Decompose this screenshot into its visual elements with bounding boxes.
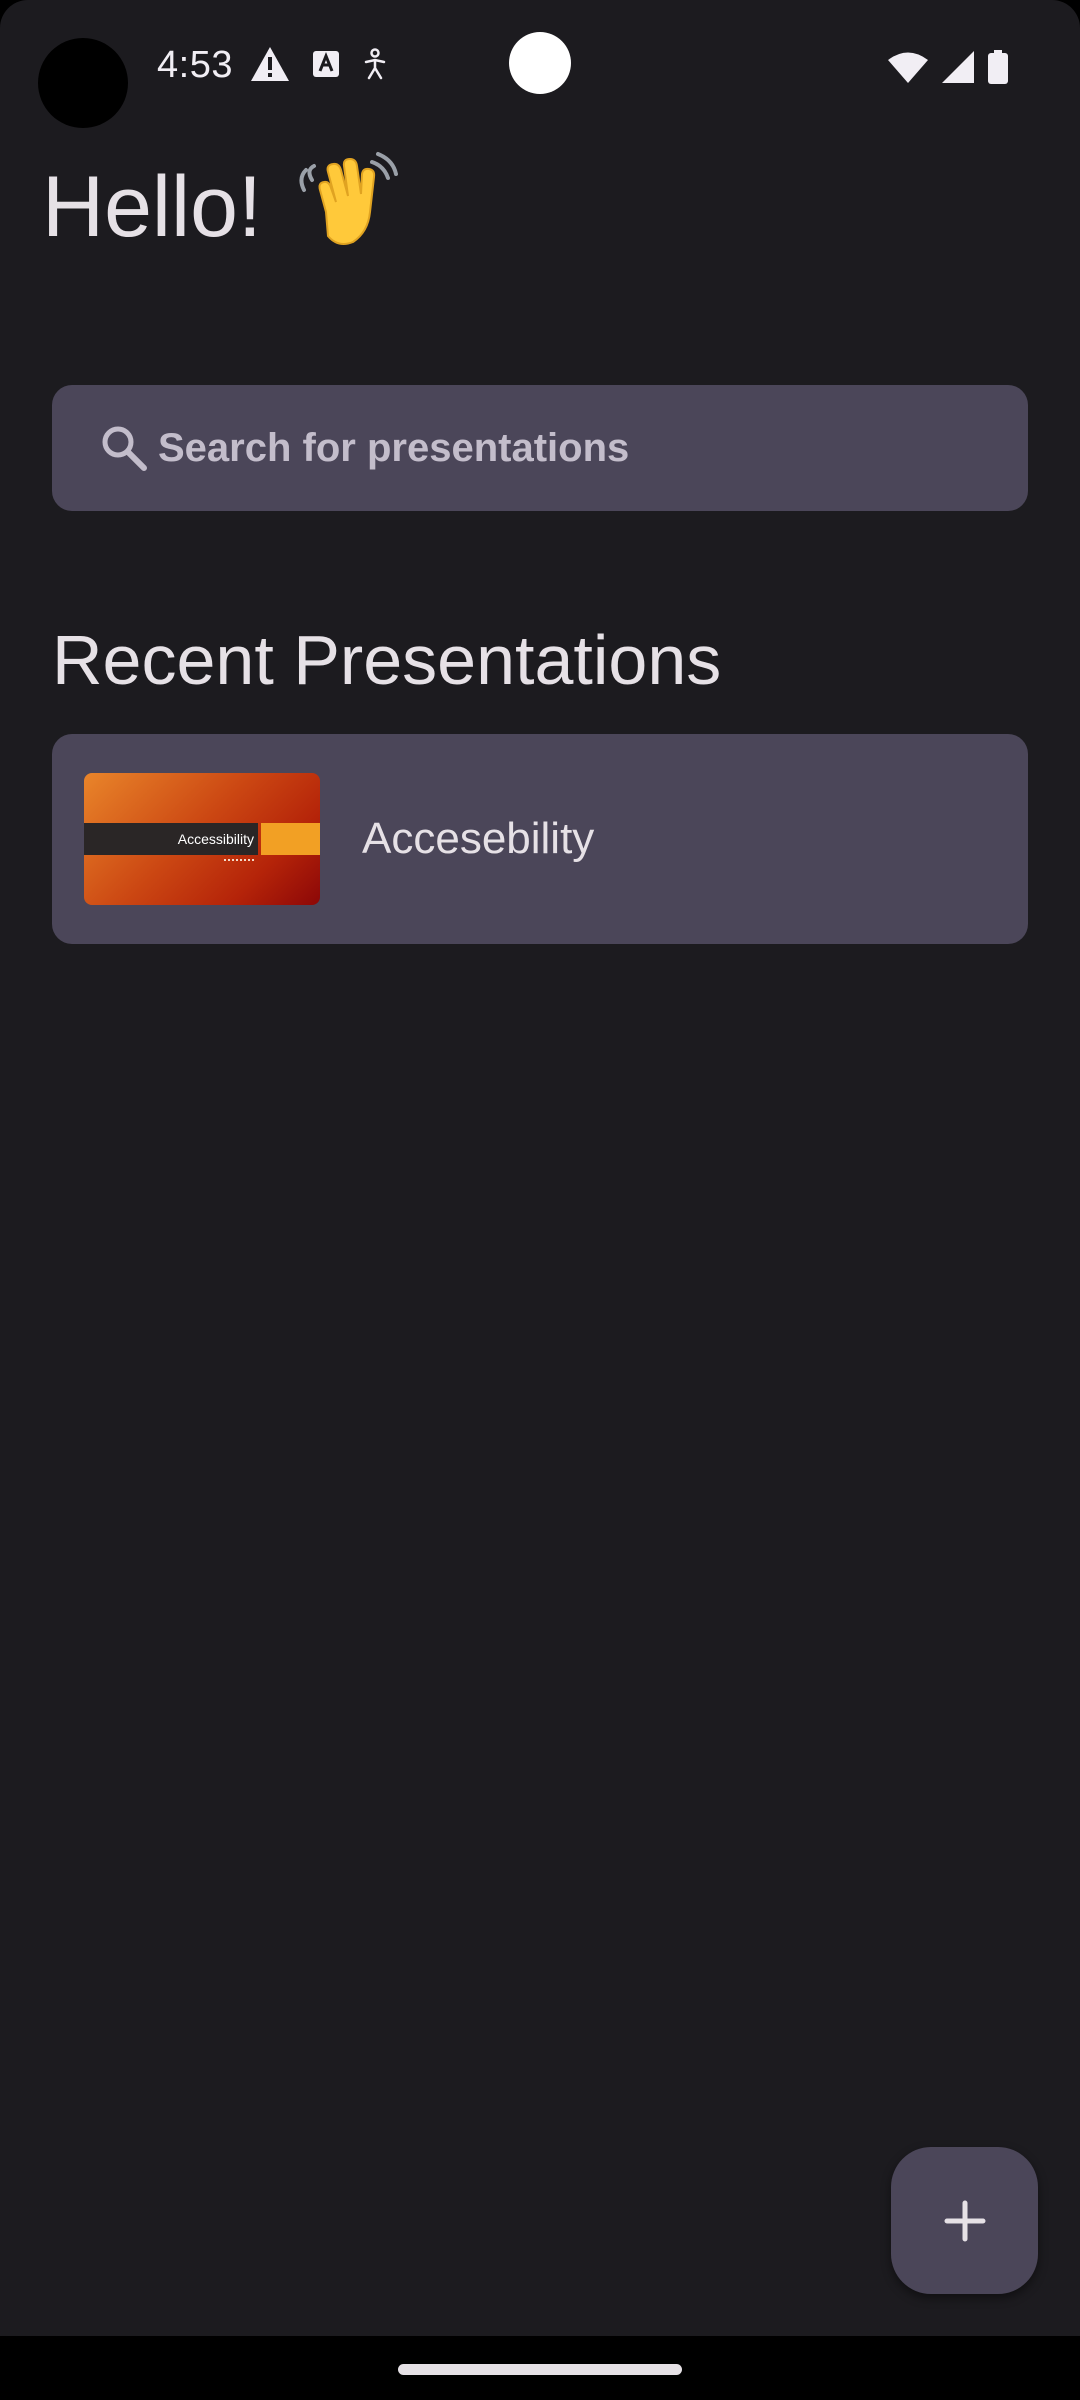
plus-icon xyxy=(944,2200,985,2241)
status-notification-icons xyxy=(250,46,388,82)
home-indicator[interactable] xyxy=(398,2364,682,2375)
search-icon xyxy=(102,426,147,471)
wifi-icon xyxy=(888,52,928,83)
presentation-title: Accesebility xyxy=(362,814,595,863)
greeting-heading: Hello! xyxy=(42,150,398,259)
recent-presentations-title: Recent Presentations xyxy=(52,621,722,699)
app-screen: 4:53 Hello! Search for presentations Rec… xyxy=(0,0,1080,2400)
greeting-text: Hello! xyxy=(42,159,262,255)
camera-cutout xyxy=(38,38,128,128)
thumbnail-accent-bar xyxy=(261,823,320,855)
front-camera xyxy=(509,32,571,94)
accessibility-icon xyxy=(364,48,386,80)
warning-icon xyxy=(251,47,289,81)
add-presentation-button[interactable] xyxy=(891,2147,1038,2294)
presentation-card[interactable]: Accessibility Accesebility xyxy=(52,734,1028,944)
status-bar: 4:53 xyxy=(0,0,1080,135)
status-time: 4:53 xyxy=(157,44,233,86)
waving-hand-icon xyxy=(299,152,398,245)
signal-icon xyxy=(942,51,974,83)
navigation-bar xyxy=(0,2336,1080,2400)
search-input[interactable]: Search for presentations xyxy=(52,385,1028,511)
text-a-icon xyxy=(313,51,339,77)
battery-icon xyxy=(988,50,1008,84)
search-placeholder: Search for presentations xyxy=(158,425,630,470)
thumbnail-subtitle-line xyxy=(224,859,254,864)
status-system-icons xyxy=(888,50,1008,84)
presentation-thumbnail: Accessibility xyxy=(84,773,320,905)
thumbnail-title: Accessibility xyxy=(177,831,254,847)
